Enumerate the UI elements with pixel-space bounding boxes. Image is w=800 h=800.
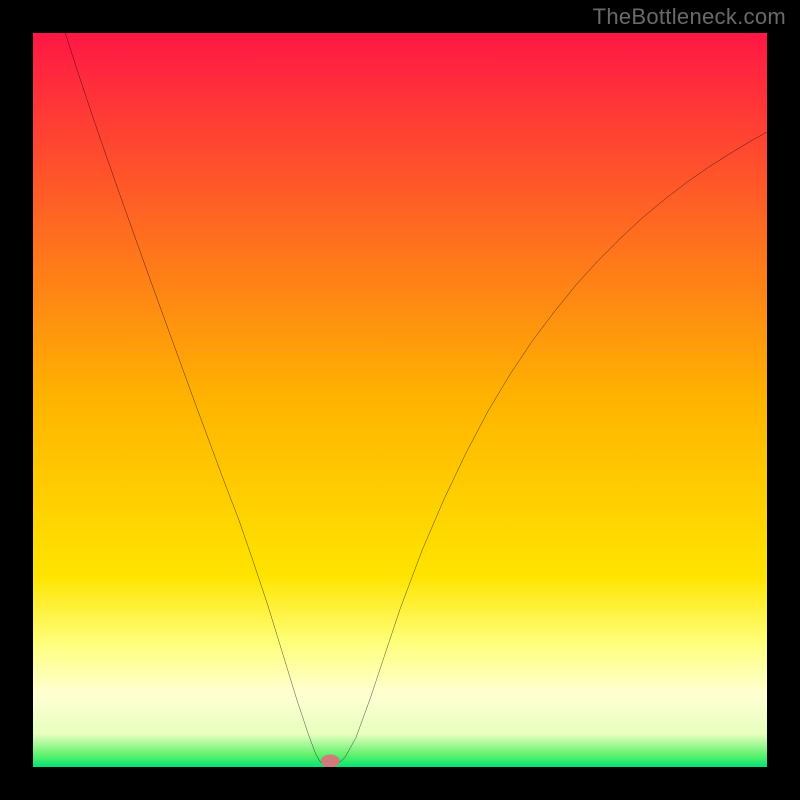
gradient-background: [33, 33, 767, 767]
plot-area: [33, 33, 767, 767]
watermark-text: TheBottleneck.com: [593, 4, 786, 30]
bottleneck-chart-svg: [33, 33, 767, 767]
chart-frame: TheBottleneck.com: [0, 0, 800, 800]
